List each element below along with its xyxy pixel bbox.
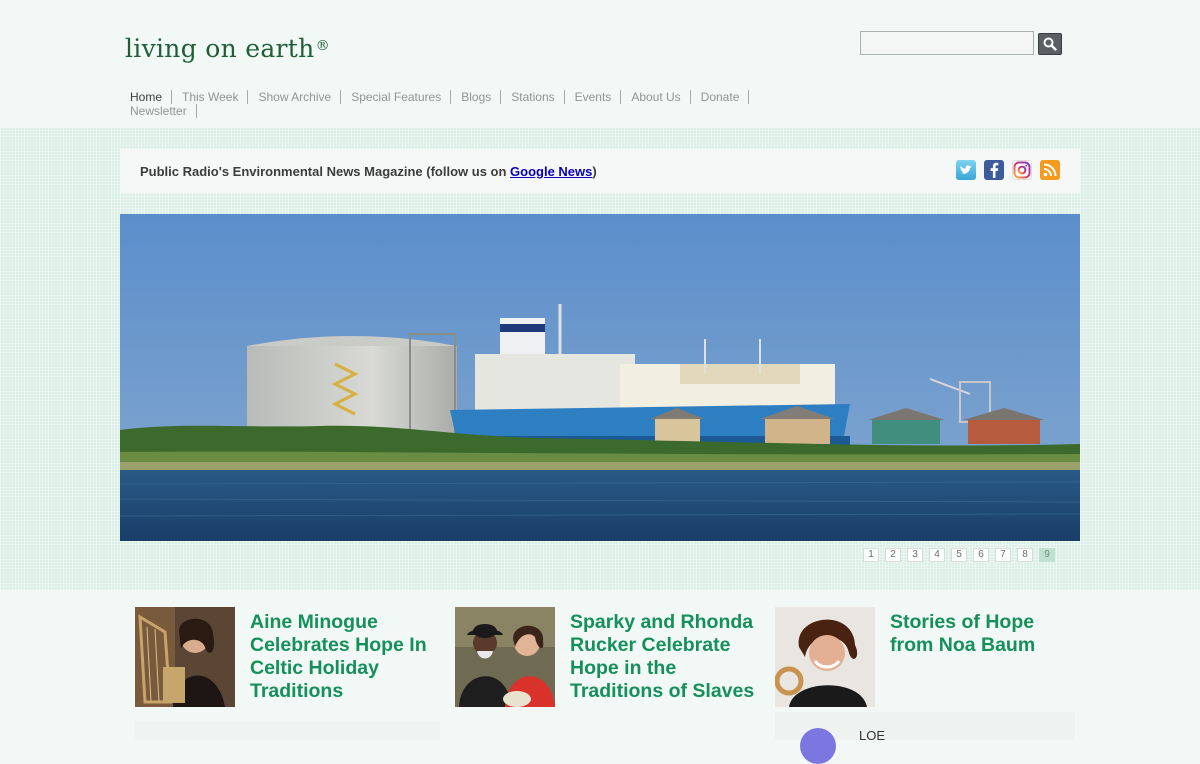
pager-page-7[interactable]: 7: [995, 548, 1011, 562]
instagram-icon[interactable]: [1012, 160, 1032, 180]
pager-page-2[interactable]: 2: [885, 548, 901, 562]
main-nav: Home This Week Show Archive Special Feature…: [130, 90, 780, 118]
feature-band: Public Radio's Environmental News Magazi…: [0, 128, 1200, 590]
tagline: Public Radio's Environmental News Magazi…: [140, 164, 597, 179]
social-widget: LOE: [775, 712, 1075, 764]
pager-page-8[interactable]: 8: [1017, 548, 1033, 562]
article-thumbnail[interactable]: [455, 607, 555, 707]
facebook-icon[interactable]: [984, 160, 1004, 180]
widget-label: LOE: [859, 728, 886, 743]
avatar[interactable]: [800, 728, 836, 764]
nav-blogs[interactable]: Blogs: [461, 90, 502, 104]
pager-page-4[interactable]: 4: [929, 548, 945, 562]
nav-this-week[interactable]: This Week: [182, 90, 249, 104]
tagline-bar: Public Radio's Environmental News Magazi…: [120, 149, 1080, 193]
lng-tanker-photo: [120, 214, 1080, 541]
registered-mark: ®: [315, 38, 330, 54]
hero-slide-image[interactable]: [120, 214, 1080, 541]
site-header: living on earth® Home This Week Show Archi…: [0, 0, 1200, 128]
google-news-link[interactable]: Google News: [510, 164, 592, 179]
article-title[interactable]: Aine Minogue Celebrates Hope In Celtic H…: [250, 611, 435, 703]
nav-stations[interactable]: Stations: [511, 90, 565, 104]
pager-page-9[interactable]: 9: [1039, 548, 1055, 562]
rss-icon[interactable]: [1040, 160, 1060, 180]
nav-home[interactable]: Home: [130, 90, 173, 104]
logo-text: living on earth: [125, 34, 315, 63]
nav-newsletter[interactable]: Newsletter: [130, 104, 197, 118]
pager-page-5[interactable]: 5: [951, 548, 967, 562]
pager-page-1[interactable]: 1: [863, 548, 879, 562]
pager-page-3[interactable]: 3: [907, 548, 923, 562]
search-button[interactable]: [1038, 33, 1062, 55]
article-thumbnail[interactable]: [135, 607, 235, 707]
search-form: [860, 31, 1062, 55]
harpist-photo: [135, 607, 235, 707]
tagline-suffix: ): [592, 164, 597, 179]
slide-pager: 1 2 3 4 5 6 7 8 9: [863, 548, 1055, 562]
article-footer-strip: [135, 722, 440, 740]
search-input[interactable]: [860, 31, 1034, 55]
nav-about-us[interactable]: About Us: [631, 90, 691, 104]
twitter-icon[interactable]: [956, 160, 976, 180]
social-links: [956, 160, 1060, 180]
article-title[interactable]: Stories of Hope from Noa Baum: [890, 611, 1075, 657]
site-logo[interactable]: living on earth®: [125, 34, 330, 63]
nav-events[interactable]: Events: [575, 90, 622, 104]
tagline-prefix: Public Radio's Environmental News Magazi…: [140, 164, 511, 179]
storyteller-photo: [775, 607, 875, 707]
nav-donate[interactable]: Donate: [701, 90, 750, 104]
nav-special-features[interactable]: Special Features: [351, 90, 452, 104]
musicians-photo: [455, 607, 555, 707]
pager-page-6[interactable]: 6: [973, 548, 989, 562]
nav-show-archive[interactable]: Show Archive: [258, 90, 342, 104]
article-title[interactable]: Sparky and Rhonda Rucker Celebrate Hope …: [570, 611, 755, 703]
search-icon: [1043, 37, 1057, 51]
article-thumbnail[interactable]: [775, 607, 875, 707]
